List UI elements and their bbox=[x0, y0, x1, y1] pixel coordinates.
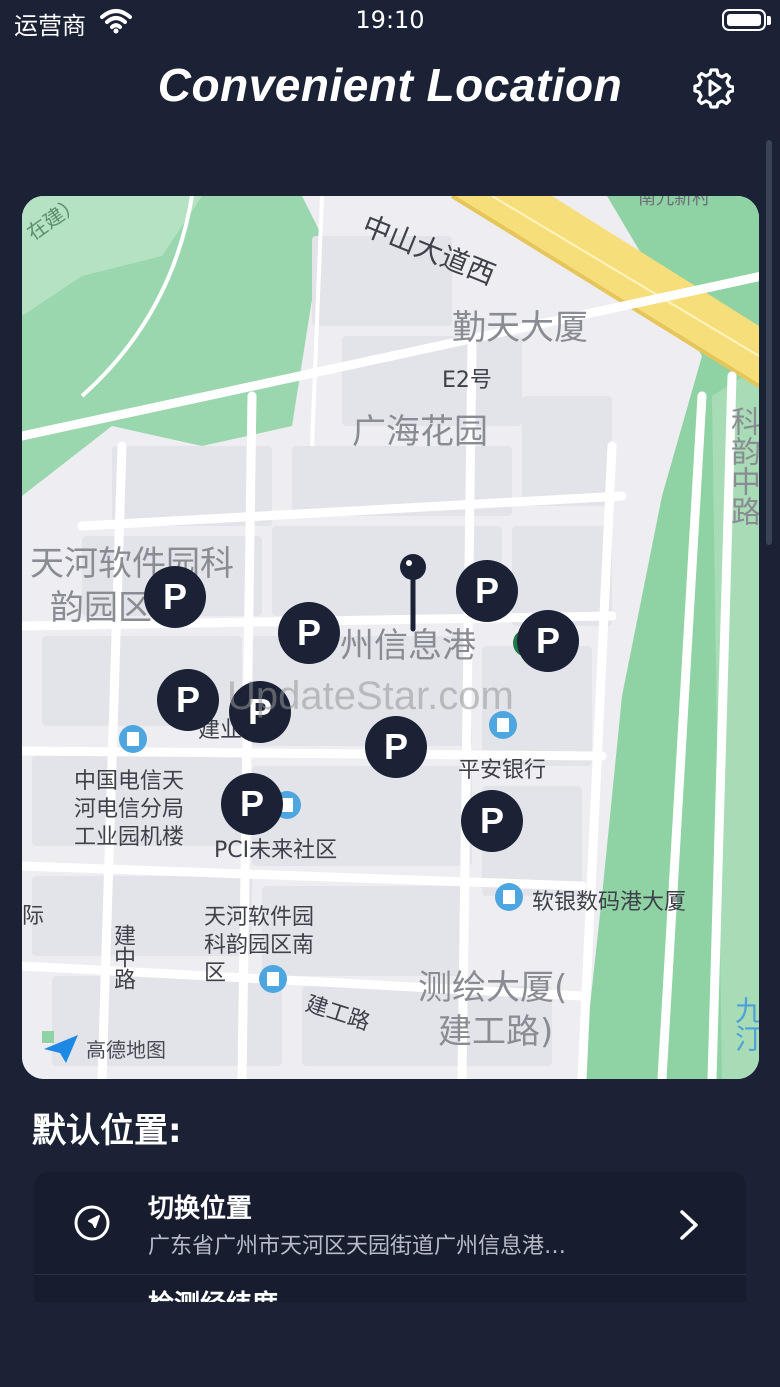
map-label-right-edge: 九汀 bbox=[731, 996, 759, 1052]
map-label-cehui-2: 建工路) bbox=[438, 1012, 554, 1052]
poi-icon bbox=[259, 965, 287, 993]
section-title: 默认位置: bbox=[32, 1111, 182, 1151]
map-label-pci: PCI未来社区 bbox=[214, 838, 338, 863]
divider bbox=[34, 1274, 746, 1275]
parking-icon[interactable]: P bbox=[517, 610, 579, 672]
map-label-guanghai: 广海花园 bbox=[352, 412, 488, 452]
parking-icon[interactable]: P bbox=[461, 790, 523, 852]
detect-coordinates-title[interactable]: 检测经纬度 bbox=[148, 1284, 278, 1302]
amap-logo: 高德地图 bbox=[42, 1031, 166, 1065]
settings-icon[interactable] bbox=[692, 67, 734, 109]
battery-icon bbox=[722, 9, 766, 31]
app-title: Convenient Location bbox=[157, 59, 623, 111]
scrollbar[interactable] bbox=[766, 140, 772, 545]
switch-location-title[interactable]: 切换位置 bbox=[148, 1188, 252, 1225]
map-label-guoji: 际 bbox=[22, 904, 45, 929]
parking-icon[interactable]: P bbox=[365, 716, 427, 778]
map-label-jianzhong: 建中路 bbox=[110, 924, 135, 990]
parking-icon[interactable]: P bbox=[157, 669, 219, 731]
navigation-icon bbox=[74, 1205, 110, 1241]
parking-icon[interactable]: P bbox=[221, 773, 283, 835]
watermark: UpdateStar.com bbox=[227, 674, 514, 718]
chevron-right-icon[interactable] bbox=[678, 1208, 700, 1242]
location-card: 切换位置 广东省广州市天河区天园街道广州信息港… 检测经纬度 bbox=[34, 1172, 746, 1302]
map-label-park-1: 天河软件园科 bbox=[30, 544, 234, 584]
map-label-keyun: 科韵中路 bbox=[725, 406, 759, 526]
poi-icon bbox=[119, 725, 147, 753]
map-label-cehui-1: 测绘大厦( bbox=[418, 968, 568, 1008]
poi-icon bbox=[495, 883, 523, 911]
amap-label: 高德地图 bbox=[86, 1037, 166, 1062]
parking-icon[interactable]: P bbox=[144, 566, 206, 628]
map-label-jintian: 勤天大厦 bbox=[452, 308, 588, 348]
map-label-park-2: 韵园区 bbox=[50, 588, 152, 628]
location-pin-icon[interactable] bbox=[395, 553, 431, 633]
status-bar: 运营商 19:10 bbox=[0, 0, 780, 44]
current-address: 广东省广州市天河区天园街道广州信息港… bbox=[148, 1234, 567, 1259]
map-label-e2: E2号 bbox=[442, 368, 492, 393]
map-label-ruanyin: 软银数码港大厦 bbox=[532, 890, 687, 915]
parking-icon[interactable]: P bbox=[456, 560, 518, 622]
map-view[interactable]: 中山大道西 勤天大厦 E2号 广海花园 科韵中路 天河软件园科 韵园区 州信息港… bbox=[22, 196, 759, 1079]
amap-logo-icon bbox=[42, 1031, 78, 1063]
map-label-telecom: 中国电信天河电信分局工业园机楼 bbox=[74, 769, 185, 850]
battery-tip bbox=[767, 16, 771, 25]
parking-icon[interactable]: P bbox=[278, 602, 340, 664]
map-label-pingan: 平安银行 bbox=[458, 758, 547, 783]
clock: 19:10 bbox=[355, 6, 425, 34]
map-label-top-right: 南九新村 bbox=[638, 196, 710, 209]
